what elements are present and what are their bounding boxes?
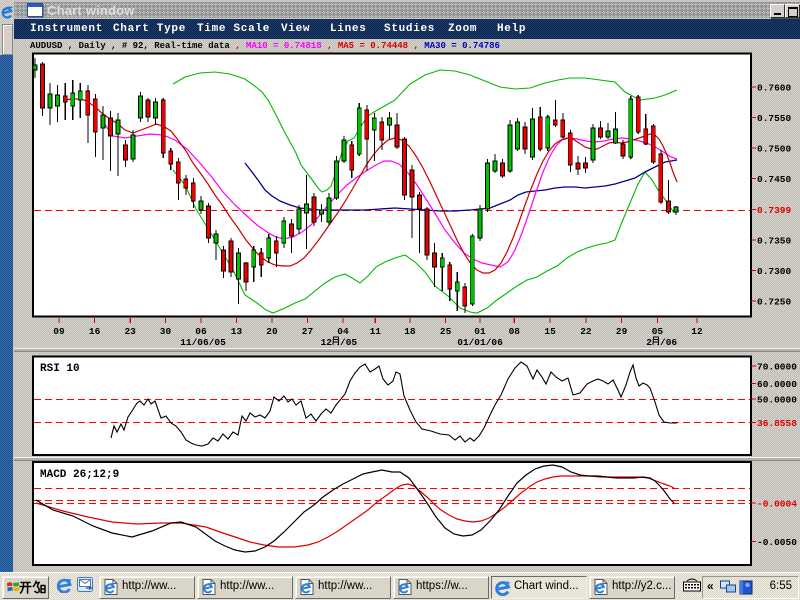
svg-text:22: 22 [580,326,592,337]
svg-text:/06: /06 [660,337,677,348]
svg-text:01/01/06: 01/01/06 [457,337,503,348]
svg-text:70.0000: 70.0000 [757,362,797,373]
svg-text:01: 01 [474,326,486,337]
svg-text:RSI 10: RSI 10 [40,363,80,375]
svg-text:60.0000: 60.0000 [757,379,797,390]
svg-text:12: 12 [691,326,703,337]
svg-text:04: 04 [337,326,349,337]
svg-text:09: 09 [53,326,65,337]
svg-text:12: 12 [321,337,333,348]
svg-text:13: 13 [231,326,243,337]
svg-text:-0.0050: -0.0050 [757,537,797,548]
svg-text:0.7350: 0.7350 [757,236,792,247]
svg-text:0.7500: 0.7500 [757,144,792,155]
svg-text:0.7600: 0.7600 [757,83,792,94]
svg-text:30: 30 [160,326,172,337]
svg-text:-0.0004: -0.0004 [757,499,797,510]
svg-text:23: 23 [124,326,136,337]
svg-text:0.7300: 0.7300 [757,266,792,277]
svg-text:0.7550: 0.7550 [757,113,792,124]
svg-text:20: 20 [266,326,278,337]
svg-text:11: 11 [370,326,382,337]
svg-text:27: 27 [302,326,314,337]
svg-text:25: 25 [440,326,452,337]
svg-text:MACD 26;12;9: MACD 26;12;9 [40,469,119,481]
svg-text:2: 2 [646,337,652,348]
svg-text:29: 29 [616,326,628,337]
svg-text:50.0000: 50.0000 [757,395,797,406]
svg-text:11/06/05: 11/06/05 [180,337,226,348]
svg-text:0.7250: 0.7250 [757,297,792,308]
svg-text:15: 15 [544,326,556,337]
svg-text:06: 06 [195,326,207,337]
svg-text:0.7399: 0.7399 [757,205,792,216]
svg-text:0.7450: 0.7450 [757,174,792,185]
svg-text:/05: /05 [340,337,357,348]
svg-text:08: 08 [509,326,521,337]
svg-text:16: 16 [89,326,101,337]
svg-text:18: 18 [404,326,416,337]
svg-text:36.8558: 36.8558 [757,418,797,429]
svg-text:05: 05 [652,326,664,337]
